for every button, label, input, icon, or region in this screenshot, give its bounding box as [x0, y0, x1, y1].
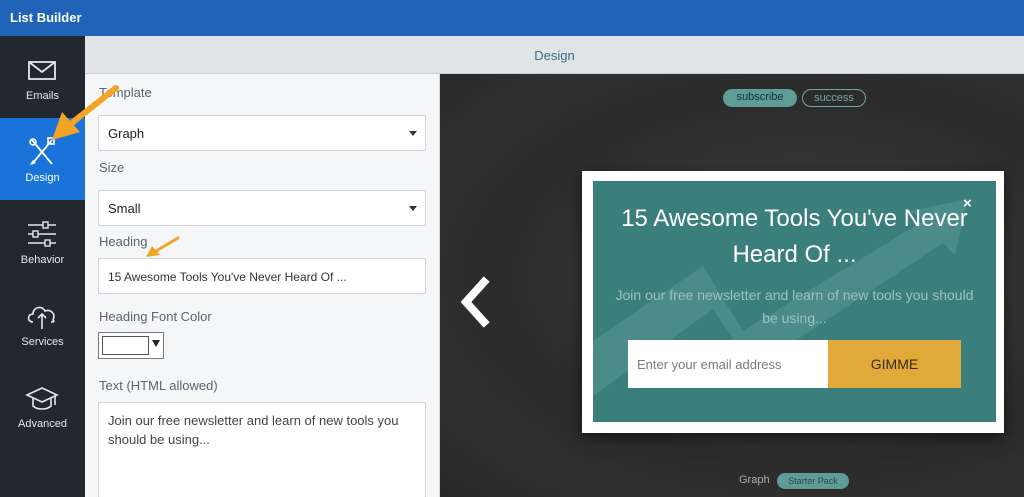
text-html-textarea[interactable]: Join our free newsletter and learn of ne… — [98, 402, 426, 497]
annotation-arrow-design — [52, 85, 119, 140]
popup-heading: 15 Awesome Tools You've Never Heard Of .… — [621, 205, 968, 268]
chevron-left-icon[interactable] — [454, 274, 494, 330]
text-html-label: Text (HTML allowed) — [99, 378, 218, 393]
chevron-down-icon — [409, 206, 417, 211]
optin-popup: × 15 Awesome Tools You've Never Heard Of… — [582, 171, 1004, 433]
sidebar-item-services[interactable]: Services — [0, 282, 85, 364]
email-field[interactable]: Enter your email address — [628, 340, 828, 388]
chevron-down-icon — [409, 131, 417, 136]
size-value: Small — [108, 201, 141, 216]
template-select[interactable]: Graph — [98, 115, 426, 151]
cloud-upload-icon — [27, 306, 55, 329]
sidebar-item-label: Behavior — [20, 254, 65, 266]
heading-font-color-label: Heading Font Color — [99, 309, 212, 324]
heading-input[interactable]: 15 Awesome Tools You've Never Heard Of .… — [98, 258, 426, 294]
popup-text: Join our free newsletter and learn of ne… — [615, 287, 974, 326]
gimme-button[interactable]: GIMME — [828, 340, 961, 388]
color-swatch — [102, 336, 149, 355]
design-settings-form: Template Graph Size Small Heading 15 Awe… — [85, 74, 440, 497]
sidebar-item-advanced[interactable]: Advanced — [0, 364, 85, 446]
heading-font-color-picker[interactable] — [98, 332, 164, 359]
template-name-label: Graph — [739, 474, 770, 486]
app-title: List Builder — [10, 10, 82, 25]
sidebar-item-behavior[interactable]: Behavior — [0, 200, 85, 282]
app-header: List Builder — [0, 0, 1024, 36]
caret-down-icon — [152, 340, 160, 347]
sliders-icon — [28, 221, 56, 247]
tab-subscribe[interactable]: subscribe — [723, 89, 797, 107]
graduation-cap-icon — [25, 387, 59, 410]
size-label: Size — [99, 160, 125, 175]
starter-pack-badge: Starter Pack — [777, 473, 849, 489]
size-select[interactable]: Small — [98, 190, 426, 226]
tab-success[interactable]: success — [802, 89, 866, 107]
sidebar-item-label: Services — [21, 336, 64, 348]
section-title: Design — [534, 48, 575, 63]
sidebar-item-label: Design — [25, 172, 60, 184]
section-header: Design — [85, 36, 1024, 74]
annotation-arrow-heading — [146, 236, 180, 257]
sidebar-item-label: Advanced — [18, 418, 67, 430]
preview-panel: subscribe success × 15 Awesome Tools You… — [440, 74, 1024, 497]
popup-body: × 15 Awesome Tools You've Never Heard Of… — [593, 181, 996, 422]
